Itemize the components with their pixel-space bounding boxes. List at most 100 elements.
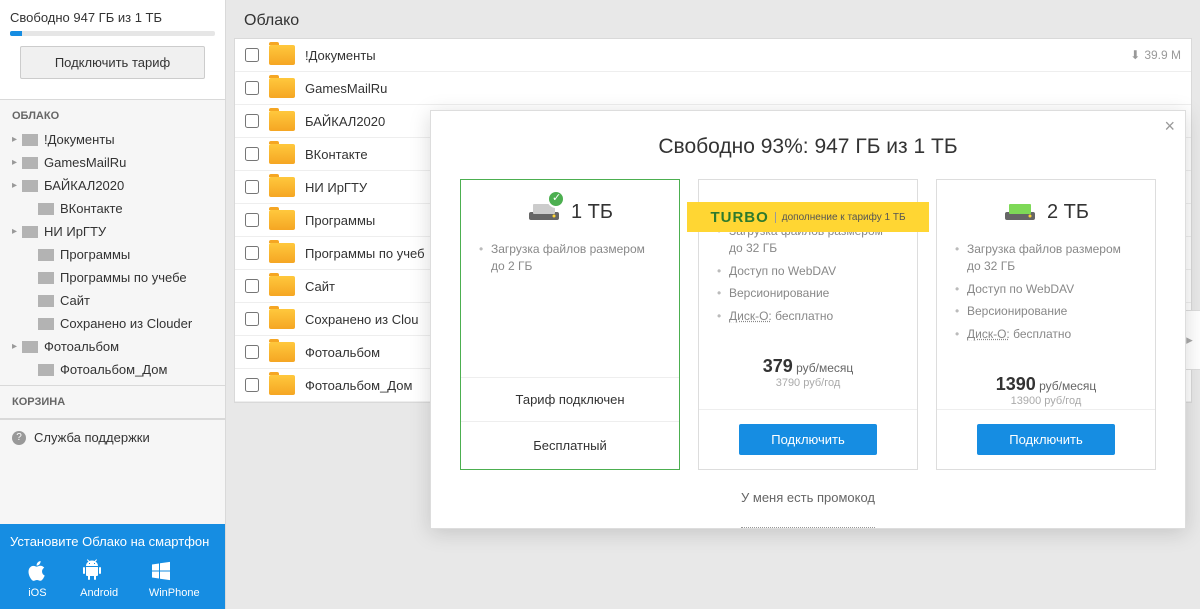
nav-label: !Документы bbox=[44, 132, 115, 147]
plan-status: Тариф подключен bbox=[461, 377, 679, 421]
file-checkbox[interactable] bbox=[245, 279, 259, 293]
nav-cloud: ОБЛАКО ▸ !Документы ▸ GamesMailRu ▸ БАЙКАЛ202… bbox=[0, 100, 225, 386]
chevron-right-icon: ▸ bbox=[12, 226, 22, 237]
nav-label: Фотоальбом bbox=[44, 339, 119, 354]
file-row[interactable]: GamesMailRu bbox=[235, 72, 1191, 105]
folder-icon bbox=[22, 180, 38, 192]
sidebar-item[interactable]: Программы по учебе bbox=[0, 266, 225, 289]
file-checkbox[interactable] bbox=[245, 312, 259, 326]
folder-icon bbox=[269, 342, 295, 362]
mobile-promo: Установите Облако на смартфон iOS Androi… bbox=[0, 524, 225, 609]
folder-icon bbox=[22, 226, 38, 238]
file-checkbox[interactable] bbox=[245, 345, 259, 359]
sidebar-item[interactable]: ▸ GamesMailRu bbox=[0, 151, 225, 174]
support-link[interactable]: ? Служба поддержки bbox=[0, 419, 225, 455]
file-row[interactable]: !Документы⬇39.9 М bbox=[235, 39, 1191, 72]
folder-icon bbox=[269, 177, 295, 197]
folder-icon bbox=[269, 276, 295, 296]
nav-header-cloud: ОБЛАКО bbox=[0, 104, 225, 128]
nav-label: БАЙКАЛ2020 bbox=[44, 178, 124, 193]
plan-features: Загрузка файлов размером до 32 ГБ Доступ… bbox=[699, 220, 917, 350]
folder-icon bbox=[22, 341, 38, 353]
plan-action: Подключить bbox=[699, 409, 917, 469]
folder-icon bbox=[269, 45, 295, 65]
nav-label: Программы bbox=[60, 247, 130, 262]
file-checkbox[interactable] bbox=[245, 114, 259, 128]
nav-label: НИ ИрГТУ bbox=[44, 224, 106, 239]
plan-size: 2 ТБ bbox=[1047, 201, 1089, 224]
file-checkbox[interactable] bbox=[245, 246, 259, 260]
sidebar-item[interactable]: ▸ БАЙКАЛ2020 bbox=[0, 174, 225, 197]
connect-tariff-button[interactable]: Подключить тариф bbox=[20, 46, 205, 79]
folder-icon bbox=[269, 78, 295, 98]
file-checkbox[interactable] bbox=[245, 81, 259, 95]
subscribe-button[interactable]: Подключить bbox=[977, 424, 1115, 455]
nav-label: GamesMailRu bbox=[44, 155, 126, 170]
sidebar-item[interactable]: ▸ Фотоальбом bbox=[0, 335, 225, 358]
chevron-right-icon: ▸ bbox=[12, 341, 22, 352]
promo-header: Установите Облако на смартфон bbox=[10, 534, 215, 549]
plan-action: Подключить bbox=[937, 409, 1155, 469]
nav-label: Сайт bbox=[60, 293, 90, 308]
folder-icon bbox=[269, 210, 295, 230]
folder-icon bbox=[38, 318, 54, 330]
plan-features: Загрузка файлов размером до 2 ГБ bbox=[461, 238, 679, 368]
folder-icon bbox=[38, 364, 54, 376]
plan-price: 1390 руб/месяц 13900 руб/год bbox=[937, 368, 1155, 409]
sidebar-item[interactable]: Сохранено из Clouder bbox=[0, 312, 225, 335]
chevron-right-icon: ▸ bbox=[12, 157, 22, 168]
turbo-badge: TURBO дополнение к тарифу 1 ТБ bbox=[687, 202, 929, 232]
promo-code-link[interactable]: У меня есть промокод bbox=[741, 470, 875, 528]
chevron-right-icon: ▸ bbox=[12, 134, 22, 145]
file-checkbox[interactable] bbox=[245, 147, 259, 161]
apple-icon bbox=[25, 559, 49, 583]
plan-features: Загрузка файлов размером до 32 ГБ Доступ… bbox=[937, 238, 1155, 368]
nav-label: ВКонтакте bbox=[60, 201, 123, 216]
promo-ios[interactable]: iOS bbox=[25, 559, 49, 599]
folder-icon bbox=[38, 203, 54, 215]
file-size: ⬇39.9 М bbox=[1130, 48, 1181, 62]
promo-android[interactable]: Android bbox=[80, 559, 118, 599]
nav-header-trash[interactable]: КОРЗИНА bbox=[0, 390, 225, 414]
android-icon bbox=[80, 559, 118, 583]
windows-icon bbox=[149, 559, 200, 583]
folder-icon bbox=[22, 157, 38, 169]
folder-icon bbox=[269, 243, 295, 263]
folder-icon bbox=[38, 249, 54, 261]
plan-price: 379 руб/месяц 3790 руб/год bbox=[699, 350, 917, 391]
sidebar-item[interactable]: Фотоальбом_Дом bbox=[0, 358, 225, 381]
plan-size: 1 ТБ bbox=[571, 201, 613, 224]
nav-label: Сохранено из Clouder bbox=[60, 316, 192, 331]
storage-progress bbox=[10, 31, 215, 36]
file-checkbox[interactable] bbox=[245, 213, 259, 227]
file-checkbox[interactable] bbox=[245, 48, 259, 62]
sidebar-item[interactable]: ▸ НИ ИрГТУ bbox=[0, 220, 225, 243]
folder-icon bbox=[269, 144, 295, 164]
sidebar-item[interactable]: ВКонтакте bbox=[0, 197, 225, 220]
folder-icon bbox=[22, 134, 38, 146]
modal-title: Свободно 93%: 947 ГБ из 1 ТБ bbox=[431, 111, 1185, 179]
plan-turbo: TURBO дополнение к тарифу 1 ТБ Загрузка … bbox=[698, 179, 918, 470]
chevron-right-icon: ▸ bbox=[12, 180, 22, 191]
plan-2tb: 2 ТБ Загрузка файлов размером до 32 ГБ Д… bbox=[936, 179, 1156, 470]
file-checkbox[interactable] bbox=[245, 378, 259, 392]
sidebar-item[interactable]: ▸ !Документы bbox=[0, 128, 225, 151]
plan-1tb: 1 ТБ Загрузка файлов размером до 2 ГБ Та… bbox=[460, 179, 680, 470]
sidebar-item[interactable]: Программы bbox=[0, 243, 225, 266]
sidebar-item[interactable]: Сайт bbox=[0, 289, 225, 312]
file-name: !Документы bbox=[305, 48, 1130, 63]
check-icon bbox=[547, 190, 565, 208]
drive-icon bbox=[1003, 200, 1037, 224]
subscribe-button[interactable]: Подключить bbox=[739, 424, 877, 455]
folder-icon bbox=[269, 309, 295, 329]
file-name: GamesMailRu bbox=[305, 81, 1181, 96]
help-icon: ? bbox=[12, 431, 26, 445]
close-icon[interactable]: × bbox=[1164, 116, 1175, 137]
folder-icon bbox=[269, 111, 295, 131]
sidebar: Свободно 947 ГБ из 1 ТБ Подключить тариф… bbox=[0, 0, 226, 609]
folder-icon bbox=[38, 295, 54, 307]
folder-icon bbox=[269, 375, 295, 395]
promo-winphone[interactable]: WinPhone bbox=[149, 559, 200, 599]
file-checkbox[interactable] bbox=[245, 180, 259, 194]
plan-free: Бесплатный bbox=[461, 421, 679, 469]
